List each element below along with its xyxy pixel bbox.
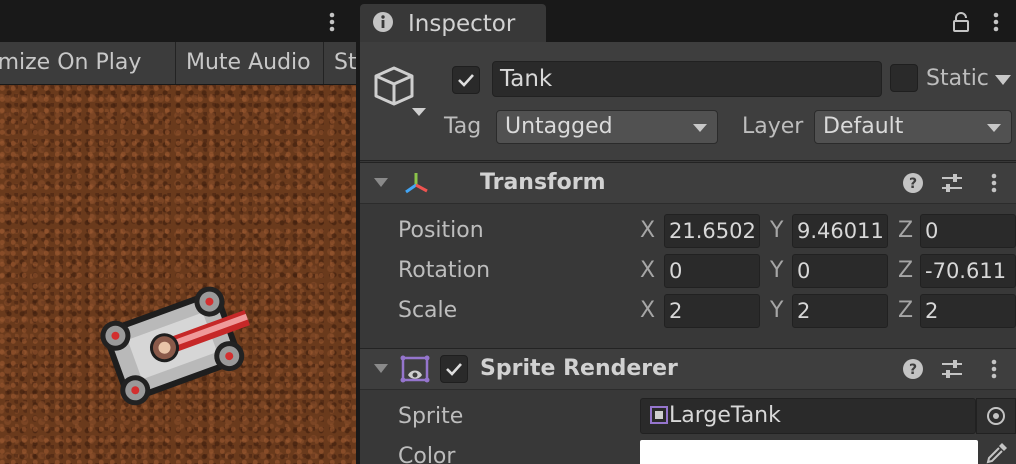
rotation-z-field[interactable]: -70.611: [920, 254, 1016, 288]
svg-text:?: ?: [909, 176, 917, 192]
more-options-icon[interactable]: [984, 357, 1004, 381]
svg-text:?: ?: [909, 362, 917, 378]
game-view-canvas[interactable]: [0, 85, 356, 464]
rotation-label: Rotation: [398, 258, 491, 283]
sprite-label: Sprite: [398, 404, 464, 429]
sprite-renderer-body: Sprite LargeTank Color: [360, 390, 1016, 464]
preset-settings-icon[interactable]: [940, 172, 964, 194]
position-label: Position: [398, 218, 484, 243]
tag-dropdown[interactable]: Untagged: [496, 110, 718, 144]
sprite-object-field[interactable]: LargeTank: [640, 398, 976, 434]
position-z-field[interactable]: 0: [920, 214, 1016, 248]
toolbar-divider: [323, 42, 324, 84]
tab-inspector[interactable]: Inspector: [360, 4, 546, 42]
game-view-panel: Maximize On Play Mute Audio Stats: [0, 0, 356, 464]
axis-z-label[interactable]: Z: [898, 292, 913, 330]
foldout-arrow-icon[interactable]: [374, 364, 388, 373]
rotation-y-field[interactable]: 0: [792, 254, 888, 288]
rotation-x-field[interactable]: 0: [664, 254, 760, 288]
static-label[interactable]: Static: [926, 64, 989, 94]
layer-label: Layer: [742, 114, 804, 139]
object-picker-icon: [987, 407, 1005, 425]
game-object-icon[interactable]: [372, 62, 436, 118]
position-x-field[interactable]: 21.6502: [664, 214, 760, 248]
inspector-tab-bar: Inspector: [360, 0, 1016, 42]
sprite-value: LargeTank: [669, 403, 781, 428]
component-header-icons: ?: [896, 163, 1016, 203]
inspector-tab-label: Inspector: [408, 11, 516, 37]
axis-z-label[interactable]: Z: [898, 212, 913, 250]
game-view-toolbar: Maximize On Play Mute Audio Stats: [0, 42, 356, 85]
transform-body: Position X 21.6502 Y 9.46011 Z 0 Rotatio…: [360, 204, 1016, 346]
chevron-down-icon: [987, 124, 1001, 132]
checkmark-icon: [446, 363, 462, 376]
foldout-arrow-icon[interactable]: [374, 178, 388, 187]
position-y-field[interactable]: 9.46011: [792, 214, 888, 248]
game-tab-bar: [0, 0, 356, 42]
object-picker-button[interactable]: [976, 398, 1016, 434]
sprite-renderer-icon: [400, 355, 430, 383]
more-options-icon[interactable]: [984, 171, 1004, 195]
lock-icon[interactable]: [950, 11, 972, 33]
help-icon[interactable]: ?: [902, 358, 924, 380]
transform-component-header[interactable]: Transform ?: [360, 162, 1016, 204]
sprite-renderer-enabled-checkbox[interactable]: [440, 355, 468, 383]
maximize-on-play-button[interactable]: Maximize On Play: [0, 42, 141, 84]
tag-value: Untagged: [505, 114, 613, 139]
chevron-down-icon[interactable]: [994, 74, 1012, 86]
more-options-icon[interactable]: [986, 10, 1006, 34]
sprite-renderer-title: Sprite Renderer: [480, 356, 678, 381]
tag-label: Tag: [444, 114, 482, 139]
mute-audio-button[interactable]: Mute Audio: [186, 42, 311, 84]
static-checkbox[interactable]: [890, 64, 918, 92]
scale-z-field[interactable]: 2: [920, 294, 1016, 328]
game-object-header: Tank Static Tag Untagged Layer Default: [360, 42, 1016, 161]
tank-sprite: [100, 286, 250, 406]
axis-y-label[interactable]: Y: [770, 292, 783, 330]
layer-value: Default: [823, 114, 904, 139]
info-icon: [373, 12, 393, 32]
preset-settings-icon[interactable]: [940, 358, 964, 380]
sprite-asset-icon: [650, 406, 668, 424]
component-header-icons: ?: [896, 349, 1016, 389]
stats-button[interactable]: Stats: [334, 42, 356, 84]
transform-icon: [405, 173, 428, 194]
color-swatch[interactable]: [640, 440, 978, 464]
color-label: Color: [398, 444, 456, 464]
inspector-panel: Inspector Tank Static Tag Untagged Layer: [360, 0, 1016, 464]
checkmark-icon: [458, 74, 474, 87]
layer-dropdown[interactable]: Default: [814, 110, 1012, 144]
scale-label: Scale: [398, 298, 458, 323]
toolbar-divider: [175, 42, 176, 84]
axis-y-label[interactable]: Y: [770, 212, 783, 250]
chevron-down-icon: [693, 124, 707, 132]
axis-x-label[interactable]: X: [640, 212, 655, 250]
object-name-field[interactable]: Tank: [492, 61, 882, 97]
axis-x-label[interactable]: X: [640, 252, 655, 290]
help-icon[interactable]: ?: [902, 172, 924, 194]
eyedropper-icon[interactable]: [984, 440, 1010, 464]
scale-y-field[interactable]: 2: [792, 294, 888, 328]
active-checkbox[interactable]: [452, 66, 480, 94]
axis-x-label[interactable]: X: [640, 292, 655, 330]
sprite-renderer-component-header[interactable]: Sprite Renderer ?: [360, 348, 1016, 390]
more-options-icon[interactable]: [322, 10, 342, 34]
transform-title: Transform: [480, 170, 606, 195]
axis-y-label[interactable]: Y: [770, 252, 783, 290]
axis-z-label[interactable]: Z: [898, 252, 913, 290]
scale-x-field[interactable]: 2: [664, 294, 760, 328]
